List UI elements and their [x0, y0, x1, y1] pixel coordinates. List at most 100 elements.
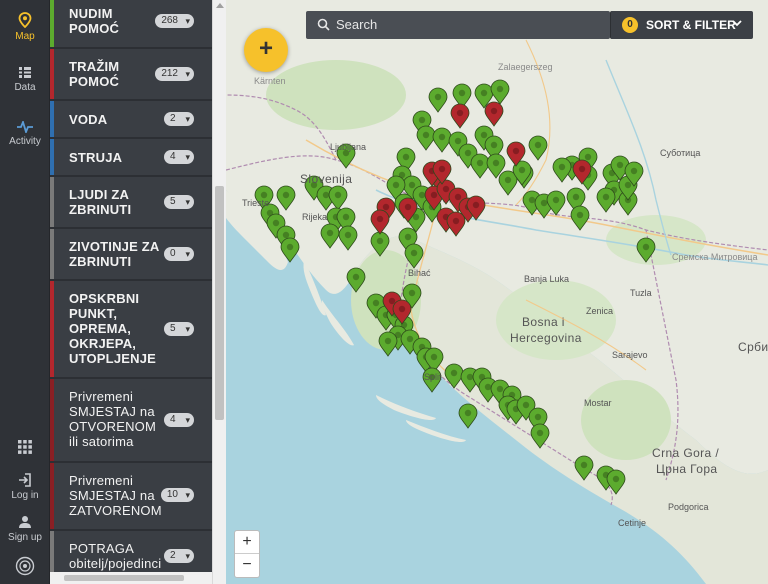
category-item-privremeni-otvorenom[interactable]: Privremeni SMJESTAJ na OTVORENOM ili sat…: [50, 379, 212, 461]
map-marker-dot: [584, 153, 592, 161]
map-marker-dot: [578, 165, 586, 173]
map-marker-dot: [464, 409, 472, 417]
category-item-zivotinje-za-zbrinuti[interactable]: ZIVOTINJE ZA ZBRINUTI 0 ▾: [50, 229, 212, 279]
category-item-potraga[interactable]: POTRAGA obitelj/pojedinci 2 ▾: [50, 531, 212, 573]
search-input[interactable]: Search: [336, 17, 377, 32]
zoom-out-button[interactable]: −: [235, 554, 259, 577]
chevron-down-icon: ▾: [185, 16, 190, 26]
chevron-down-icon: ▾: [185, 324, 190, 334]
category-count-badge[interactable]: 268 ▾: [155, 14, 194, 28]
map-marker-dot: [630, 167, 638, 175]
category-count: 5: [170, 196, 176, 207]
add-report-button[interactable]: +: [244, 28, 288, 72]
category-count-badge[interactable]: 2 ▾: [164, 112, 194, 126]
category-count: 2: [170, 550, 176, 561]
map-marker-dot: [552, 196, 560, 204]
map-label: Црна Гора: [656, 462, 718, 476]
category-count-badge[interactable]: 4 ▾: [164, 150, 194, 164]
zoom-in-button[interactable]: +: [235, 531, 259, 554]
rail-map-label: Map: [15, 31, 35, 42]
map-marker-dot: [438, 165, 446, 173]
category-count-badge[interactable]: 0 ▾: [164, 247, 194, 261]
category-count: 268: [161, 15, 178, 26]
category-count: 10: [166, 489, 178, 500]
chevron-down-icon: ▾: [185, 152, 190, 162]
map-marker-dot: [480, 131, 488, 139]
category-label: STRUJA: [69, 150, 123, 165]
app-root: Map Data Activity Log in Sign up NUDIM P…: [0, 0, 768, 584]
rail-map[interactable]: Map: [0, 12, 50, 42]
map-label: Podgorica: [668, 502, 709, 512]
rail-activity[interactable]: Activity: [0, 121, 50, 147]
filter-count-badge: 0: [622, 17, 638, 33]
map-marker-dot: [504, 176, 512, 184]
category-count-badge[interactable]: 2 ▾: [164, 549, 194, 563]
category-count-badge[interactable]: 5 ▾: [164, 195, 194, 209]
map-marker-dot: [458, 89, 466, 97]
map-marker-dot: [456, 109, 464, 117]
category-item-voda[interactable]: VODA 2 ▾: [50, 101, 212, 137]
map-marker-dot: [286, 243, 294, 251]
search-bar[interactable]: Search: [306, 11, 610, 39]
horizontal-scrollbar[interactable]: [50, 572, 212, 584]
map-marker-dot: [576, 211, 584, 219]
map-marker-dot: [404, 203, 412, 211]
map-marker-dot: [282, 231, 290, 239]
list-icon: [19, 67, 31, 78]
apps-grid-button[interactable]: [0, 440, 50, 457]
rail-login[interactable]: Log in: [0, 473, 50, 501]
map-marker-dot: [450, 369, 458, 377]
scroll-up-arrow-icon[interactable]: [216, 3, 224, 8]
map-marker-dot: [518, 166, 526, 174]
map-label: Србиј: [738, 340, 768, 354]
category-label: LJUDI ZA ZBRINUTI: [69, 187, 132, 217]
map-marker-dot: [408, 181, 416, 189]
map-marker-dot: [406, 335, 414, 343]
category-count: 4: [170, 414, 176, 425]
category-count: 2: [170, 113, 176, 124]
rail-signup[interactable]: Sign up: [0, 515, 50, 543]
map-label: Mostar: [584, 398, 612, 408]
vertical-scrollbar[interactable]: [212, 0, 226, 584]
activity-pulse-icon: [17, 121, 33, 133]
rail-data[interactable]: Data: [0, 66, 50, 93]
map-marker-dot: [642, 243, 650, 251]
map-label: Tuzla: [630, 288, 652, 298]
map-marker-dot: [422, 131, 430, 139]
map-marker-dot: [490, 107, 498, 115]
category-label: Privremeni SMJESTAJ na ZATVORENOM: [69, 473, 162, 518]
map-marker-dot: [452, 217, 460, 225]
map-view[interactable]: Slovenija Ljubljana Kärnten Trieste Biha…: [226, 0, 768, 584]
map-marker-dot: [404, 233, 412, 241]
scrollbar-thumb[interactable]: [215, 186, 224, 420]
map-marker-dot: [492, 159, 500, 167]
map-markers-layer: [254, 79, 656, 495]
category-item-trazim-pomoc[interactable]: TRAŽIM POMOĆ 212 ▾: [50, 49, 212, 99]
category-item-struja[interactable]: STRUJA 4 ▾: [50, 139, 212, 175]
map-marker-dot: [384, 337, 392, 345]
sort-filter-button[interactable]: 0 SORT & FILTER: [610, 11, 753, 39]
map-label: Hercegovina: [510, 331, 582, 345]
rail-data-label: Data: [14, 82, 36, 93]
category-count-badge[interactable]: 5 ▾: [164, 322, 194, 336]
category-count-badge[interactable]: 212 ▾: [155, 67, 194, 81]
category-item-privremeni-zatvorenom[interactable]: Privremeni SMJESTAJ na ZATVORENOM 10 ▾: [50, 463, 212, 529]
chevron-down-icon: ▾: [185, 114, 190, 124]
scrollbar-thumb[interactable]: [64, 575, 184, 581]
map-marker-dot: [322, 191, 330, 199]
rail-activity-label: Activity: [9, 136, 41, 147]
category-count-badge[interactable]: 4 ▾: [164, 413, 194, 427]
map-marker-dot: [512, 147, 520, 155]
map-marker-dot: [536, 429, 544, 437]
category-item-nudim-pomoc[interactable]: NUDIM POMOĆ 268 ▾: [50, 0, 212, 47]
category-item-opskrbni-punkt[interactable]: OPSKRBNI PUNKT, OPREMA, OKRJEPA, UTOPLJE…: [50, 281, 212, 377]
map-label: Суботица: [660, 148, 701, 158]
category-label: OPSKRBNI PUNKT, OPREMA, OKRJEPA, UTOPLJE…: [69, 291, 157, 366]
category-item-ljudi-za-zbrinuti[interactable]: LJUDI ZA ZBRINUTI 5 ▾: [50, 177, 212, 227]
category-count-badge[interactable]: 10 ▾: [160, 488, 194, 502]
map-marker-dot: [418, 116, 426, 124]
map-marker-dot: [534, 413, 542, 421]
map-marker-dot: [522, 401, 530, 409]
map-marker-dot: [466, 373, 474, 381]
org-logo: [0, 556, 50, 579]
